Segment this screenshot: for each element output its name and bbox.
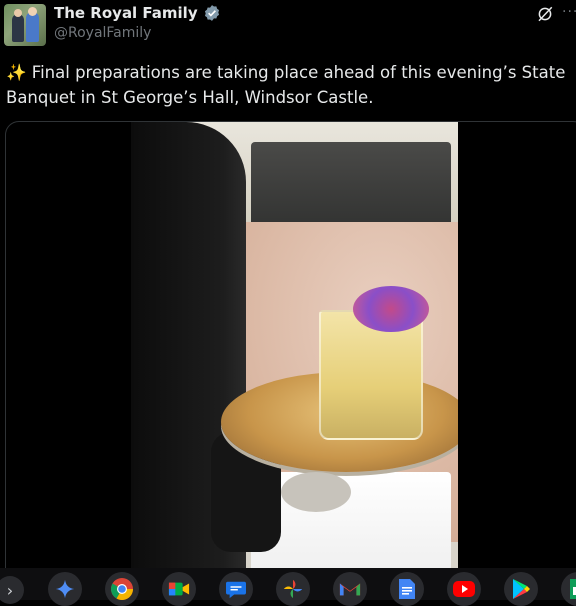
verified-badge-icon — [204, 5, 219, 21]
avatar-figure-2 — [26, 12, 39, 42]
account-name-row[interactable]: The Royal Family — [54, 4, 221, 22]
video-tray-foot — [281, 472, 351, 512]
messages-icon[interactable] — [219, 572, 253, 606]
tweet-text: ✨ Final preparations are taking place ah… — [6, 60, 566, 110]
sheets-icon[interactable] — [561, 572, 576, 606]
grok-icon[interactable] — [536, 5, 554, 23]
gmail-icon[interactable] — [333, 572, 367, 606]
play-store-icon[interactable] — [504, 572, 538, 606]
chrome-icon[interactable] — [105, 572, 139, 606]
app-dock: › — [0, 568, 576, 606]
docs-icon[interactable] — [390, 572, 424, 606]
media-container[interactable] — [5, 121, 576, 583]
youtube-icon[interactable] — [447, 572, 481, 606]
tweet-body: Final preparations are taking place ahea… — [6, 63, 566, 107]
gemini-icon[interactable] — [48, 572, 82, 606]
avatar-figure-1 — [12, 14, 24, 42]
video-flower-garnish — [353, 286, 429, 332]
account-handle[interactable]: @RoyalFamily — [54, 25, 151, 41]
meet-icon[interactable] — [162, 572, 196, 606]
more-options-icon[interactable]: ··· — [562, 4, 576, 20]
video-player[interactable] — [131, 122, 458, 582]
avatar-head-2 — [28, 7, 37, 16]
photos-icon[interactable] — [276, 572, 310, 606]
avatar[interactable] — [4, 4, 46, 46]
avatar-head-1 — [14, 9, 22, 17]
display-name[interactable]: The Royal Family — [54, 4, 198, 22]
sparkles-icon: ✨ — [6, 63, 27, 82]
